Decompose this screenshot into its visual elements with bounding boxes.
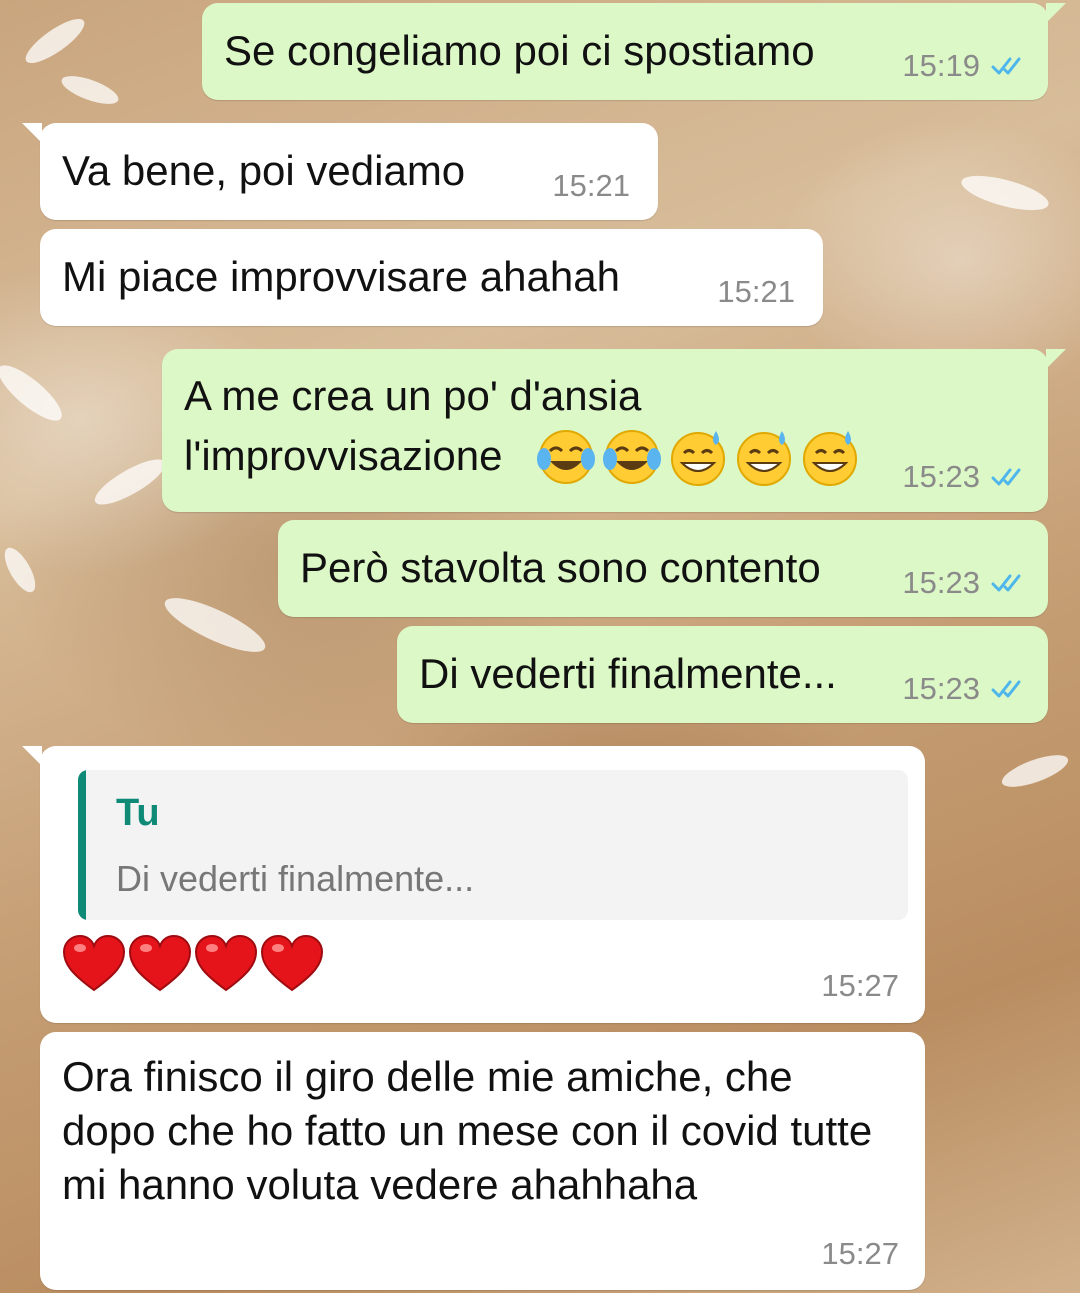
message-bubble-outgoing[interactable]: Se congeliamo poi ci spostiamo 15:19 (202, 3, 1066, 100)
message-time: 15:23 (902, 459, 980, 494)
message-bubble-outgoing[interactable]: Però stavolta sono contento 15:23 (278, 520, 1048, 617)
double-check-read-icon (991, 680, 1021, 698)
message-text: Di vederti finalmente... (419, 650, 837, 697)
message-time: 15:21 (552, 168, 630, 203)
message-meta: 15:19 (902, 48, 1028, 84)
message-time: 15:23 (902, 671, 980, 706)
message-bubble-incoming[interactable]: Mi piace improvvisare ahahah 15:21 (40, 229, 823, 326)
quoted-reply-accent-bar (78, 770, 86, 920)
grinning-face-with-sweat-icon (671, 431, 725, 486)
message-text-line: A me crea un po' d'ansia (184, 372, 642, 419)
background-grain (998, 748, 1072, 794)
double-check-read-icon (991, 574, 1021, 592)
quoted-reply-author: Tu (116, 792, 160, 834)
red-heart-icon (260, 934, 324, 992)
background-grain (0, 543, 42, 597)
message-time: 15:27 (821, 968, 899, 1003)
quoted-reply-text: Di vederti finalmente... (116, 858, 475, 899)
grinning-face-with-sweat-icon (803, 431, 857, 486)
face-with-tears-of-joy-icon (603, 430, 661, 484)
background-grain (958, 168, 1052, 218)
message-time: 15:27 (821, 1236, 899, 1271)
message-text: Mi piace improvvisare ahahah (62, 253, 620, 300)
emoji-row (62, 934, 324, 994)
message-time: 15:23 (902, 565, 980, 600)
background-grain (20, 11, 90, 71)
background-grain (0, 357, 69, 429)
background-grain (58, 70, 122, 110)
message-time: 15:19 (902, 48, 980, 83)
double-check-read-icon (991, 468, 1021, 486)
message-time: 15:21 (717, 274, 795, 309)
message-bubble-incoming[interactable]: Ora finisco il giro delle mie amiche, ch… (40, 1032, 925, 1290)
message-text: Ora finisco il giro delle mie amiche, ch… (62, 1053, 873, 1208)
double-check-read-icon (991, 57, 1021, 75)
background-grain (89, 451, 171, 513)
message-meta: 15:27 (821, 968, 899, 1004)
background-grain (158, 588, 272, 662)
message-meta: 15:23 (902, 671, 1028, 707)
red-heart-icon (194, 934, 258, 992)
message-text: Però stavolta sono contento (300, 544, 821, 591)
message-bubble-incoming[interactable]: Va bene, poi vediamo 15:21 (22, 123, 658, 220)
message-meta: 15:21 (552, 168, 630, 204)
message-text-line: l'improvvisazione (184, 432, 503, 479)
red-heart-icon (128, 934, 192, 992)
message-bubble-incoming[interactable]: Tu Di vederti finalmente... 15:27 (22, 746, 925, 1023)
message-meta: 15:21 (717, 274, 795, 310)
red-heart-icon (62, 934, 126, 992)
face-with-tears-of-joy-icon (537, 430, 595, 484)
message-text: Se congeliamo poi ci spostiamo (224, 27, 815, 74)
message-bubble-outgoing[interactable]: A me crea un po' d'ansia l'improvvisazio… (162, 349, 1066, 512)
quoted-reply[interactable]: Tu Di vederti finalmente... (78, 770, 908, 920)
message-meta: 15:27 (821, 1236, 899, 1272)
grinning-face-with-sweat-icon (737, 431, 791, 486)
emoji-row (536, 427, 860, 487)
message-text: Va bene, poi vediamo (62, 147, 466, 194)
message-meta: 15:23 (902, 565, 1028, 601)
message-meta: 15:23 (902, 459, 1028, 495)
message-bubble-outgoing[interactable]: Di vederti finalmente... 15:23 (397, 626, 1048, 723)
